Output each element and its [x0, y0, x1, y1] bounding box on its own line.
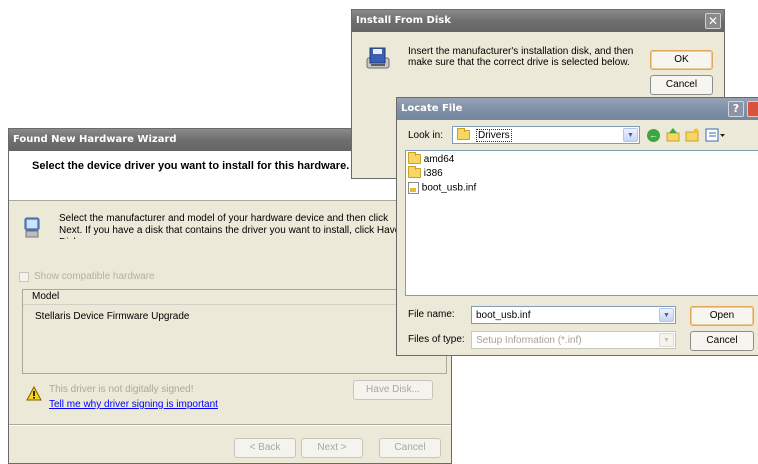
- close-icon[interactable]: [747, 101, 758, 117]
- hardware-icon: [23, 217, 41, 239]
- wizard-header-text: Select the device driver you want to ins…: [32, 160, 350, 172]
- file-name-label: File name:: [408, 309, 455, 320]
- folder-icon: [457, 128, 470, 141]
- locate-file-window: Locate File ? Look in: Drivers ▼ ← amd64…: [396, 97, 758, 356]
- model-list[interactable]: Model Stellaris Device Firmware Upgrade: [22, 289, 447, 374]
- locate-file-cancel-button[interactable]: Cancel: [690, 331, 754, 351]
- file-name: boot_usb.inf: [421, 182, 477, 194]
- wizard-cancel-button[interactable]: Cancel: [379, 438, 441, 458]
- ok-button[interactable]: OK: [650, 50, 713, 70]
- look-in-label: Look in:: [408, 130, 444, 141]
- wizard-title: Found New Hardware Wizard: [13, 134, 177, 145]
- file-list-item[interactable]: boot_usb.inf: [408, 182, 476, 194]
- model-list-item[interactable]: Stellaris Device Firmware Upgrade: [35, 311, 190, 322]
- warning-icon: [26, 385, 42, 401]
- new-folder-icon[interactable]: [685, 128, 699, 142]
- locate-file-titlebar[interactable]: Locate File ?: [397, 98, 758, 120]
- install-disk-title: Install From Disk: [356, 15, 451, 26]
- setup-information-file-icon: [408, 182, 419, 194]
- file-name-value: boot_usb.inf: [476, 310, 531, 321]
- model-header-label: Model: [32, 291, 60, 302]
- file-list-item[interactable]: i386: [408, 166, 443, 179]
- help-button[interactable]: ?: [728, 101, 744, 117]
- chevron-down-icon[interactable]: ▼: [623, 128, 638, 142]
- show-compatible-checkbox[interactable]: [19, 272, 29, 282]
- chevron-down-icon[interactable]: ▼: [659, 308, 674, 322]
- unsigned-driver-warning: This driver is not digitally signed!: [49, 384, 194, 395]
- files-of-type-label: Files of type:: [408, 334, 465, 345]
- model-list-header[interactable]: Model: [23, 290, 446, 305]
- close-icon[interactable]: ✕: [705, 13, 721, 29]
- look-in-value: Drivers: [476, 129, 512, 142]
- back-arrow-icon[interactable]: ←: [647, 129, 660, 142]
- back-button[interactable]: < Back: [234, 438, 296, 458]
- install-disk-cancel-button[interactable]: Cancel: [650, 75, 713, 95]
- wizard-footer-divider: [9, 424, 451, 426]
- file-list[interactable]: amd64 i386 boot_usb.inf: [405, 150, 758, 296]
- show-compatible-label: Show compatible hardware: [34, 271, 155, 282]
- wizard-instruction: Select the manufacturer and model of you…: [59, 213, 401, 239]
- driver-signing-link[interactable]: Tell me why driver signing is important: [49, 399, 218, 410]
- next-button[interactable]: Next >: [301, 438, 363, 458]
- open-button[interactable]: Open: [690, 306, 754, 326]
- up-folder-icon[interactable]: [666, 128, 680, 142]
- file-name: i386: [423, 168, 443, 179]
- folder-icon: [408, 166, 421, 179]
- install-disk-message: Insert the manufacturer's installation d…: [408, 46, 634, 68]
- help-icon: ?: [732, 102, 740, 115]
- folder-icon: [408, 152, 421, 165]
- file-name: amd64: [423, 154, 455, 165]
- floppy-drive-icon: [365, 46, 391, 72]
- look-in-select[interactable]: Drivers ▼: [452, 126, 640, 144]
- install-disk-titlebar[interactable]: Install From Disk ✕: [352, 10, 724, 32]
- file-list-item[interactable]: amd64: [408, 152, 455, 165]
- file-name-input[interactable]: boot_usb.inf ▼: [471, 306, 676, 324]
- chevron-down-icon[interactable]: ▼: [659, 333, 674, 347]
- files-of-type-value: Setup Information (*.inf): [476, 335, 582, 346]
- have-disk-button[interactable]: Have Disk...: [353, 380, 433, 400]
- locate-file-title: Locate File: [401, 103, 463, 114]
- files-of-type-select[interactable]: Setup Information (*.inf) ▼: [471, 331, 676, 349]
- view-menu-icon[interactable]: [705, 128, 727, 142]
